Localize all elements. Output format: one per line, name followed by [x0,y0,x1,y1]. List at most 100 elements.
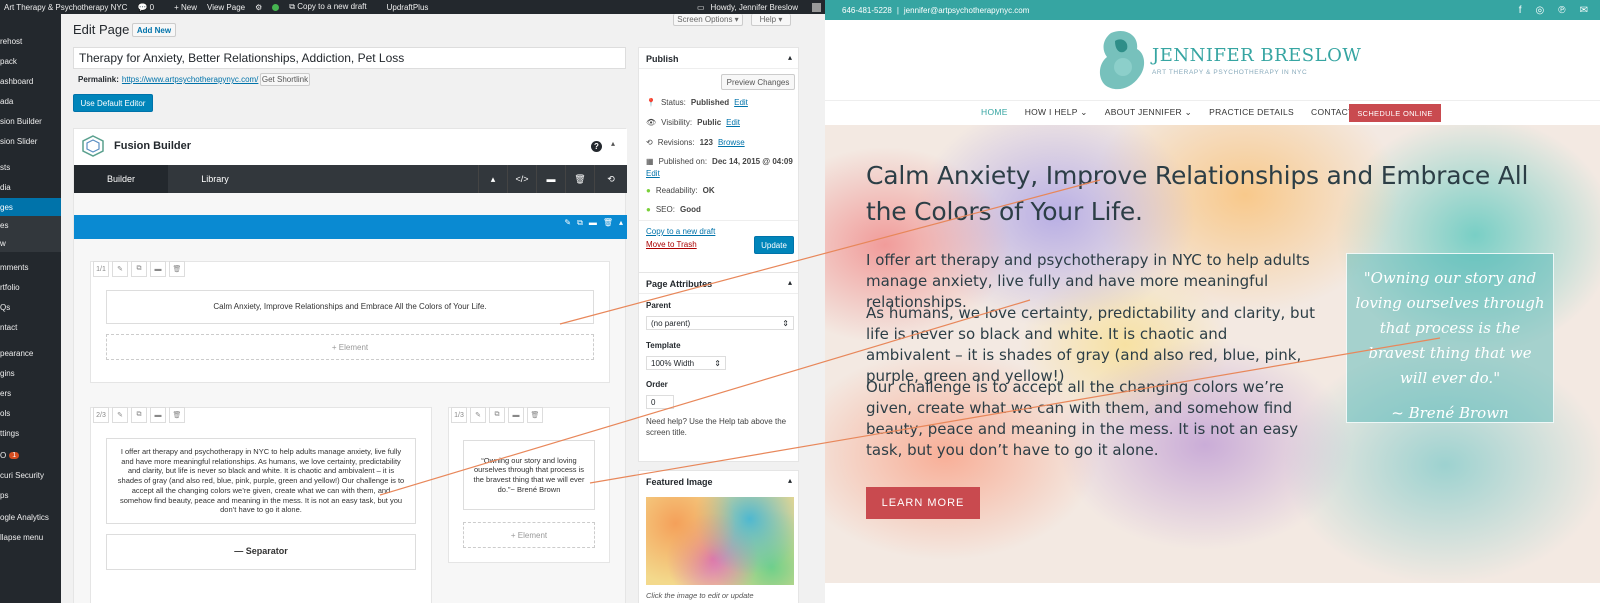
sidebar-item[interactable]: O1 [0,446,61,464]
expand-icon[interactable]: ▴ [478,165,507,193]
screen-options-tab[interactable]: Screen Options ▾ [673,14,743,26]
tab-library[interactable]: Library [168,165,262,193]
add-new-button[interactable]: Add New [132,23,176,37]
add-element-button[interactable]: + Element [463,522,595,548]
clone-column-icon[interactable]: ⧉ [131,407,147,423]
save-template-icon[interactable]: ▬ [536,165,565,193]
help-tab[interactable]: Help ▾ [751,14,791,26]
sidebar-item[interactable]: pack [0,52,61,70]
tab-builder[interactable]: Builder [74,165,168,193]
clone-container-icon[interactable]: ⧉ [577,218,583,228]
new-content-link[interactable]: + New [174,3,197,12]
sidebar-item[interactable]: ashboard [0,72,61,90]
collapse-icon[interactable]: ▴ [788,53,792,62]
sidebar-item[interactable]: ada [0,92,61,110]
phone-link[interactable]: 646-481-5228 [842,6,892,15]
collapse-icon[interactable]: ▴ [611,139,615,148]
sidebar-item[interactable]: ges [0,198,61,216]
column-size[interactable]: 2/3 [93,407,109,423]
sidebar-item[interactable]: sion Builder [0,112,61,130]
updraft-link[interactable]: UpdraftPlus [387,3,429,12]
nav-contact[interactable]: CONTACT [1311,107,1354,117]
collapse-icon[interactable]: ▴ [788,476,792,485]
facebook-icon[interactable]: f [1519,5,1522,16]
delete-all-icon[interactable]: 🗑 [565,165,594,193]
learn-more-button[interactable]: LEARN MORE [866,487,980,519]
order-input[interactable]: 0 [646,395,674,409]
column-size[interactable]: 1/1 [93,261,109,277]
sidebar-item[interactable]: mments [0,258,61,276]
post-title-input[interactable]: Therapy for Anxiety, Better Relationship… [73,47,626,69]
sidebar-item[interactable]: es [0,216,61,234]
add-element-button[interactable]: + Element [106,334,594,360]
sidebar-item[interactable]: llapse menu [0,528,61,546]
schedule-online-button[interactable]: SCHEDULE ONLINE [1349,104,1441,122]
sidebar-item[interactable]: curi Security [0,466,61,484]
email-icon[interactable]: ✉ [1580,5,1588,16]
sidebar-item[interactable]: gins [0,364,61,382]
copy-draft-link[interactable]: ⧉ Copy to a new draft [289,2,376,12]
code-icon[interactable]: </> [507,165,536,193]
sidebar-item[interactable]: ntact [0,318,61,336]
save-column-icon[interactable]: ▬ [150,261,166,277]
edit-column-icon[interactable]: ✎ [112,261,128,277]
sidebar-item[interactable]: ogle Analytics [0,508,61,526]
help-icon[interactable]: ? [591,141,602,152]
collapse-icon[interactable]: ▴ [788,278,792,287]
edit-column-icon[interactable]: ✎ [112,407,128,423]
sidebar-item[interactable]: dia [0,178,61,196]
instagram-icon[interactable]: ◎ [1536,5,1545,16]
update-button[interactable]: Update [754,236,794,254]
column-size[interactable]: 1/3 [451,407,467,423]
sidebar-item[interactable]: sion Slider [0,132,61,150]
toggle-container-icon[interactable]: ▴ [619,218,623,228]
sidebar-item[interactable]: rehost [0,32,61,50]
text-element[interactable]: I offer art therapy and psychotherapy in… [106,438,416,524]
sidebar-item[interactable]: ols [0,404,61,422]
email-link[interactable]: jennifer@artpsychotherapynyc.com [904,6,1030,15]
container-bar[interactable]: ✎ ⧉ ▬ 🗑 ▴ [74,215,627,239]
nav-home[interactable]: HOME [981,107,1008,117]
preview-changes-button[interactable]: Preview Changes [721,74,795,90]
use-default-editor-button[interactable]: Use Default Editor [73,94,153,112]
sidebar-item[interactable]: ps [0,486,61,504]
get-shortlink-button[interactable]: Get Shortlink [260,73,310,86]
separator-element[interactable]: — Separator [106,534,416,570]
move-to-trash-link[interactable]: Move to Trash [646,240,697,249]
nav-how-i-help[interactable]: HOW I HELP ⌄ [1025,107,1088,118]
comments-link[interactable]: 💬 0 [137,3,164,12]
howdy-user[interactable]: Howdy, Jennifer Breslow [711,3,798,12]
avatar[interactable] [812,2,821,12]
edit-visibility-link[interactable]: Edit [726,118,740,127]
sidebar-item[interactable]: Qs [0,298,61,316]
sidebar-item[interactable]: w [0,234,61,252]
history-icon[interactable]: ⟲ [594,165,627,193]
pinterest-icon[interactable]: ℗ [1558,5,1565,16]
sidebar-item[interactable]: sts [0,158,61,176]
featured-image-thumbnail[interactable] [646,497,794,585]
sidebar-item[interactable]: pearance [0,344,61,362]
view-page-link[interactable]: View Page [207,3,245,12]
title-element[interactable]: Calm Anxiety, Improve Relationships and … [106,290,594,324]
edit-status-link[interactable]: Edit [734,98,748,107]
save-container-icon[interactable]: ▬ [589,218,597,228]
nav-about[interactable]: ABOUT JENNIFER ⌄ [1105,107,1192,118]
sidebar-item[interactable]: ers [0,384,61,402]
edit-column-icon[interactable]: ✎ [470,407,486,423]
delete-column-icon[interactable]: 🗑 [169,261,185,277]
delete-column-icon[interactable]: 🗑 [527,407,543,423]
site-logo[interactable]: JENNIFER BRESLOW ART THERAPY & PSYCHOTHE… [1095,27,1361,97]
edit-date-link[interactable]: Edit [646,169,660,178]
browse-revisions-link[interactable]: Browse [718,138,745,147]
sidebar-item[interactable]: rtfolio [0,278,61,296]
edit-container-icon[interactable]: ✎ [564,218,571,228]
seo-icon[interactable]: ⚙ [255,3,262,12]
clone-column-icon[interactable]: ⧉ [131,261,147,277]
clone-column-icon[interactable]: ⧉ [489,407,505,423]
template-select[interactable]: 100% Width ⇕ [646,356,726,370]
parent-select[interactable]: (no parent) ⇕ [646,316,794,330]
site-name-link[interactable]: Art Therapy & Psychotherapy NYC [4,3,127,12]
permalink-url[interactable]: https://www.artpsychotherapynyc.com/ [122,75,259,84]
comment-icon[interactable]: ▭ [697,3,705,12]
save-column-icon[interactable]: ▬ [150,407,166,423]
